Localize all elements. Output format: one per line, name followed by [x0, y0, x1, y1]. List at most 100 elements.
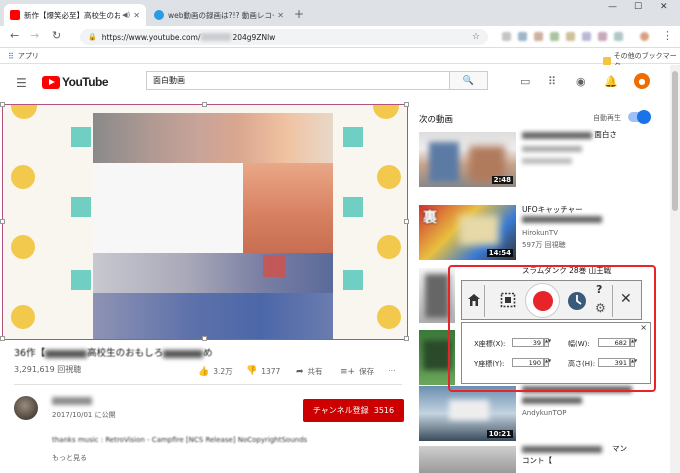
video-pattern [377, 305, 401, 329]
width-spinner[interactable]: ▲▼ [630, 338, 637, 347]
extension-icon[interactable] [566, 32, 575, 41]
panel-close-icon[interactable]: × [640, 323, 647, 332]
maximize-button[interactable]: ☐ [634, 2, 642, 12]
view-count: 3,291,619 回視聴 [14, 365, 82, 374]
height-spinner[interactable]: ▲▼ [630, 358, 637, 367]
video-title-part: め [203, 348, 213, 359]
resize-handle[interactable] [404, 336, 409, 341]
extension-icon[interactable] [614, 32, 623, 41]
minimize-button[interactable]: — [608, 2, 617, 12]
y-spinner[interactable]: ▲▼ [544, 358, 551, 367]
related-video-thumbnail[interactable] [419, 446, 516, 473]
subscribe-button[interactable]: チャンネル登録 3516 [303, 399, 404, 422]
new-tab-button[interactable]: + [294, 7, 304, 21]
account-avatar[interactable]: ● [634, 73, 650, 89]
notifications-bell-icon[interactable]: 🔔 [604, 75, 618, 88]
title-text: コント【 [522, 456, 552, 465]
help-icon[interactable]: ? [596, 283, 602, 296]
menu-icon[interactable]: ⋮ [662, 29, 673, 42]
more-actions-icon[interactable]: ⋯ [388, 366, 396, 375]
close-tab-icon[interactable]: ✕ [277, 11, 284, 20]
url-tail: 204g9ZNlw [232, 32, 276, 42]
channel-name-redacted[interactable] [52, 397, 92, 405]
save-button[interactable]: ≡+ 保存 [340, 366, 374, 377]
title-redacted [522, 216, 602, 223]
related-video-title[interactable]: UFOキャッチャー [522, 205, 583, 215]
x-coordinate-input[interactable]: 39 [512, 338, 544, 347]
lock-icon: 🔒 [88, 33, 97, 41]
forward-button[interactable]: → [30, 29, 39, 42]
video-player[interactable] [2, 104, 408, 340]
thumbnail-image [449, 400, 489, 420]
apps-grid-icon[interactable]: ⠿ [548, 75, 556, 88]
related-video-title[interactable]: マン [612, 444, 627, 454]
extension-icon[interactable] [582, 32, 591, 41]
close-window-button[interactable]: ✕ [660, 2, 668, 12]
close-tab-icon[interactable]: ✕ [133, 11, 140, 20]
close-toolbar-icon[interactable]: ✕ [620, 291, 632, 307]
thumbs-down-icon: 👎 [246, 366, 258, 376]
record-dot-icon [532, 290, 553, 311]
x-spinner[interactable]: ▲▼ [544, 338, 551, 347]
extension-icon[interactable] [518, 32, 527, 41]
resize-handle[interactable] [202, 102, 207, 107]
resize-handle[interactable] [202, 336, 207, 341]
create-video-icon[interactable]: ▭ [520, 75, 530, 88]
youtube-logo[interactable]: YouTube [42, 75, 109, 89]
extension-icon[interactable] [598, 32, 607, 41]
video-mosaic [243, 163, 333, 253]
channel-name[interactable]: AndykunTOP [522, 409, 567, 417]
bookmark-star-icon[interactable]: ☆ [472, 32, 480, 42]
publish-date: 2017/10/01 に公開 [52, 411, 116, 419]
resize-handle[interactable] [404, 102, 409, 107]
related-video-title[interactable]: 面白さ [522, 130, 617, 140]
home-button[interactable] [466, 291, 482, 309]
tab-recorder[interactable]: web動画の録画は?!? 動画レコー ✕ [148, 4, 290, 26]
reload-button[interactable]: ↻ [52, 29, 61, 42]
hamburger-menu-icon[interactable]: ☰ [16, 76, 27, 90]
search-button[interactable]: 🔍 [450, 71, 488, 90]
autoplay-toggle[interactable] [628, 110, 651, 124]
scrollbar-thumb[interactable] [672, 71, 678, 211]
resize-handle[interactable] [0, 219, 5, 224]
settings-gear-icon[interactable]: ⚙ [595, 301, 606, 315]
channel-avatar[interactable] [14, 396, 38, 420]
search-input[interactable]: 面白動画 [146, 71, 450, 90]
channel-redacted [522, 146, 582, 152]
region-select-button[interactable] [498, 290, 518, 310]
width-input[interactable]: 682 [598, 338, 630, 347]
like-button[interactable]: 👍 3.2万 [198, 366, 233, 377]
related-video-subtitle[interactable]: コント【 [522, 456, 552, 466]
resize-handle[interactable] [0, 336, 5, 341]
height-input[interactable]: 391 [598, 358, 630, 367]
video-pattern [377, 235, 401, 259]
share-button[interactable]: ➦ 共有 [296, 366, 323, 377]
resize-handle[interactable] [404, 219, 409, 224]
back-button[interactable]: ← [10, 29, 19, 42]
extension-icon[interactable] [502, 32, 511, 41]
schedule-button[interactable] [566, 290, 588, 312]
tab-youtube[interactable]: 新作【爆笑必至】高校生のおも ◀) ✕ [4, 4, 146, 26]
extension-icon[interactable] [550, 32, 559, 41]
related-video-thumbnail[interactable]: 2:48 [419, 132, 516, 187]
dislike-button[interactable]: 👎 1377 [246, 366, 280, 376]
profile-icon[interactable] [640, 32, 649, 41]
title-text: マン [612, 444, 627, 453]
video-pattern [71, 127, 91, 147]
show-more-link[interactable]: もっと見る [52, 453, 87, 463]
video-title-redacted [163, 349, 204, 358]
related-video-thumbnail[interactable]: 10:21 [419, 386, 516, 441]
youtube-play-icon [42, 75, 60, 89]
record-button[interactable] [525, 283, 560, 318]
channel-name[interactable]: HirokunTV [522, 229, 558, 237]
y-coordinate-input[interactable]: 190 [512, 358, 544, 367]
apps-shortcut[interactable]: ⠿ アプリ [8, 51, 39, 61]
messages-icon[interactable]: ◉ [576, 75, 586, 88]
address-bar[interactable]: 🔒 https://www.youtube.com/ 204g9ZNlw ☆ [80, 29, 488, 45]
resize-handle[interactable] [0, 102, 5, 107]
speaker-icon[interactable]: ◀) [122, 11, 130, 19]
video-title-part: 高校生のおもしろ [87, 348, 164, 359]
extension-icon[interactable] [534, 32, 543, 41]
related-video-thumbnail[interactable]: 裏 14:54 [419, 205, 516, 260]
page-scrollbar[interactable] [670, 65, 680, 473]
